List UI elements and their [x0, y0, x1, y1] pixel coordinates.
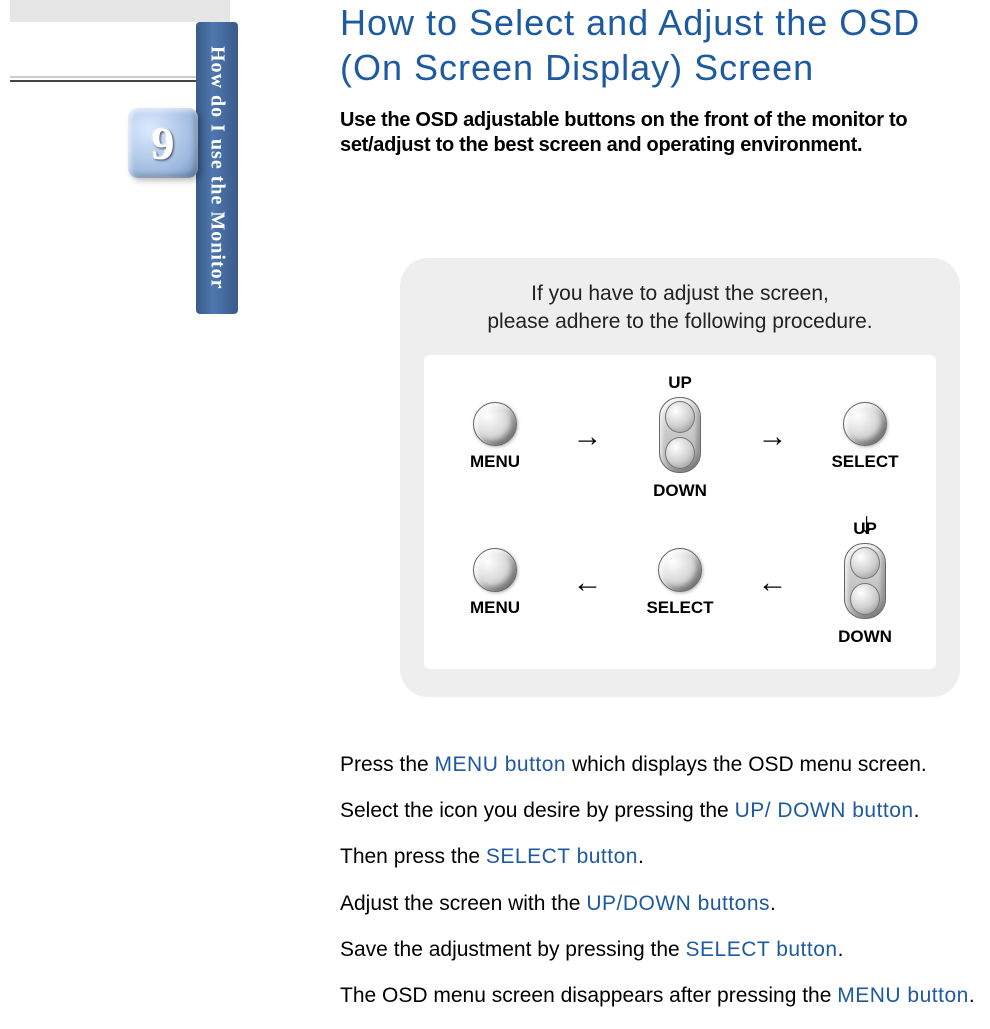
keyword-menu-button: MENU button: [435, 753, 567, 776]
step-6: The OSD menu screen disappears after pre…: [340, 982, 980, 1010]
step-text: .: [838, 938, 844, 961]
keyword-updown-buttons: UP/DOWN buttons: [586, 892, 770, 915]
up-label: UP: [668, 373, 692, 393]
step-text: Save the adjustment by pressing the: [340, 938, 686, 961]
arrow-left-icon: ←: [758, 566, 788, 600]
main-content: How to Select and Adjust the OSD (On Scr…: [340, 0, 980, 1029]
updown-button-icon: [844, 543, 886, 619]
down-label: DOWN: [653, 481, 707, 501]
step-text: Select the icon you desire by pressing t…: [340, 799, 735, 822]
down-label: DOWN: [838, 627, 892, 647]
arrow-right-icon: →: [573, 420, 603, 454]
section-tab: How do I use the Monitor: [196, 22, 238, 314]
step-1: Press the MENU button which displays the…: [340, 751, 980, 779]
arrow-left-icon: ←: [573, 566, 603, 600]
steps-list: Press the MENU button which displays the…: [340, 751, 980, 1011]
menu-label: MENU: [470, 452, 520, 472]
menu-button-icon: [473, 402, 517, 446]
step-text: The OSD menu screen disappears after pre…: [340, 984, 837, 1007]
select-label: SELECT: [646, 598, 713, 618]
keyword-updown-button: UP/ DOWN button: [735, 799, 914, 822]
step-text: .: [638, 845, 644, 868]
step-5: Save the adjustment by pressing the SELE…: [340, 936, 980, 964]
keyword-menu-button: MENU button: [837, 984, 969, 1007]
sidebar-top-cap: [10, 0, 230, 22]
menu-button-icon: [473, 548, 517, 592]
page-title: How to Select and Adjust the OSD (On Scr…: [340, 0, 980, 90]
step-4: Adjust the screen with the UP/DOWN butto…: [340, 890, 980, 918]
keyword-select-button: SELECT button: [486, 845, 638, 868]
updown-button-unit: UP DOWN: [820, 519, 910, 647]
step-text: .: [914, 799, 920, 822]
step-text: .: [969, 984, 975, 1007]
panel-caption: If you have to adjust the screen, please…: [424, 280, 936, 337]
step-text: .: [770, 892, 776, 915]
up-label: UP: [853, 519, 877, 539]
panel-caption-line2: please adhere to the following procedure…: [487, 310, 872, 333]
menu-button-unit: MENU: [450, 548, 540, 618]
intro-text: Use the OSD adjustable buttons on the fr…: [340, 108, 980, 158]
section-tab-label: How do I use the Monitor: [196, 22, 238, 314]
select-button-unit: SELECT: [635, 548, 725, 618]
select-label: SELECT: [831, 452, 898, 472]
step-text: which displays the OSD menu screen.: [566, 753, 927, 776]
step-2: Select the icon you desire by pressing t…: [340, 797, 980, 825]
menu-button-unit: MENU: [450, 402, 540, 472]
select-button-icon: [843, 402, 887, 446]
step-text: Adjust the screen with the: [340, 892, 586, 915]
step-text: Press the: [340, 753, 435, 776]
updown-button-icon: [659, 397, 701, 473]
title-line-2: (On Screen Display) Screen: [340, 47, 814, 88]
step-3: Then press the SELECT button.: [340, 843, 980, 871]
keyword-select-button: SELECT button: [686, 938, 838, 961]
updown-button-unit: UP DOWN: [635, 373, 725, 501]
step-text: Then press the: [340, 845, 486, 868]
select-button-icon: [658, 548, 702, 592]
arrow-right-icon: →: [758, 420, 788, 454]
page-number: 9: [152, 117, 175, 170]
menu-label: MENU: [470, 598, 520, 618]
page-number-badge: 9: [128, 108, 198, 178]
button-diagram: MENU → UP DOWN → SELECT ↓ ME: [424, 355, 936, 669]
title-line-1: How to Select and Adjust the OSD: [340, 2, 920, 43]
panel-caption-line1: If you have to adjust the screen,: [531, 282, 829, 305]
diagram-row-1: MENU → UP DOWN → SELECT: [450, 373, 910, 501]
diagram-row-2: MENU ← SELECT ← UP DOWN: [450, 519, 910, 647]
procedure-panel: If you have to adjust the screen, please…: [400, 258, 960, 697]
select-button-unit: SELECT: [820, 402, 910, 472]
